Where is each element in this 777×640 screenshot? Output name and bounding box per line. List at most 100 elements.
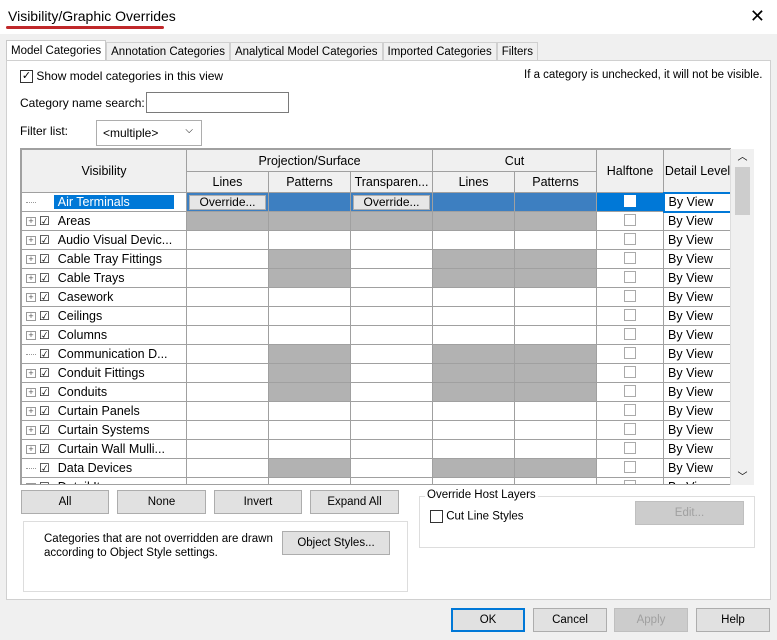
- cut-lines-cell[interactable]: [432, 268, 516, 288]
- patterns-cell[interactable]: [268, 344, 351, 364]
- expand-icon[interactable]: +: [26, 483, 36, 484]
- transparency-cell[interactable]: [349, 249, 434, 269]
- detail-level-cell[interactable]: By View: [663, 325, 730, 345]
- cut-lines-cell[interactable]: [432, 477, 516, 484]
- table-scrollbar[interactable]: ︿ ﹀: [730, 149, 754, 485]
- halftone-cell[interactable]: [596, 439, 665, 459]
- visibility-checkbox[interactable]: ☑: [39, 442, 50, 456]
- visibility-checkbox[interactable]: ☑: [39, 290, 50, 304]
- patterns-cell[interactable]: [268, 325, 351, 345]
- detail-level-cell[interactable]: By View: [663, 458, 730, 478]
- visibility-checkbox[interactable]: ☑: [39, 252, 50, 266]
- cut-patterns-cell[interactable]: [514, 211, 598, 231]
- scroll-down-icon[interactable]: ﹀: [731, 468, 754, 483]
- patterns-cell[interactable]: [268, 249, 351, 269]
- patterns-cell[interactable]: [268, 287, 351, 307]
- none-button[interactable]: None: [117, 490, 206, 514]
- halftone-cell[interactable]: [596, 344, 665, 364]
- visibility-checkbox[interactable]: ☑: [39, 328, 50, 342]
- cut-lines-cell[interactable]: [432, 382, 516, 402]
- halftone-cell[interactable]: [596, 306, 665, 326]
- patterns-cell[interactable]: [268, 477, 351, 484]
- transparency-cell[interactable]: [349, 401, 434, 421]
- transparency-cell[interactable]: [349, 268, 434, 288]
- lines-cell[interactable]: Override...: [186, 192, 269, 212]
- halftone-checkbox[interactable]: [624, 251, 637, 264]
- halftone-cell[interactable]: [596, 382, 665, 402]
- patterns-cell[interactable]: [268, 230, 351, 250]
- transparency-cell[interactable]: [349, 306, 434, 326]
- expand-icon[interactable]: +: [26, 255, 36, 265]
- cut-lines-cell[interactable]: [432, 287, 516, 307]
- halftone-cell[interactable]: [596, 458, 665, 478]
- patterns-cell[interactable]: [268, 420, 351, 440]
- category-cell[interactable]: + ☑ Cable Trays: [21, 268, 187, 288]
- cut-patterns-cell[interactable]: [514, 192, 598, 212]
- halftone-cell[interactable]: [596, 287, 665, 307]
- halftone-checkbox[interactable]: [624, 441, 637, 454]
- lines-cell[interactable]: [186, 439, 269, 459]
- transparency-cell[interactable]: [349, 344, 434, 364]
- halftone-cell[interactable]: [596, 420, 665, 440]
- halftone-checkbox[interactable]: [624, 422, 637, 435]
- cut-patterns-cell[interactable]: [514, 439, 598, 459]
- transparency-cell[interactable]: [349, 477, 434, 484]
- cut-lines-cell[interactable]: [432, 439, 516, 459]
- detail-level-cell[interactable]: By View: [663, 306, 730, 326]
- table-row[interactable]: + ☑ Conduits By View: [21, 382, 730, 402]
- cut-lines-cell[interactable]: [432, 363, 516, 383]
- visibility-checkbox[interactable]: ☑: [39, 214, 50, 228]
- category-cell[interactable]: + ☑ Areas: [21, 211, 187, 231]
- expand-all-button[interactable]: Expand All: [310, 490, 399, 514]
- expand-icon[interactable]: +: [26, 388, 36, 398]
- halftone-checkbox[interactable]: [624, 270, 637, 283]
- lines-cell[interactable]: [186, 458, 269, 478]
- show-model-categories-checkbox[interactable]: ✓ Show model categories in this view: [20, 69, 223, 84]
- override-button[interactable]: Override...: [189, 194, 266, 210]
- table-row[interactable]: + ☑ Curtain Panels By View: [21, 401, 730, 421]
- cut-line-styles-checkbox[interactable]: Cut Line Styles: [430, 510, 524, 523]
- cut-lines-cell[interactable]: [432, 420, 516, 440]
- visibility-checkbox[interactable]: ☑: [39, 385, 50, 399]
- cancel-button[interactable]: Cancel: [533, 608, 607, 632]
- expand-icon[interactable]: +: [26, 274, 36, 284]
- halftone-checkbox[interactable]: [624, 289, 637, 302]
- halftone-checkbox[interactable]: [624, 308, 637, 321]
- visibility-checkbox[interactable]: ☑: [39, 347, 50, 361]
- visibility-checkbox[interactable]: ☑: [39, 366, 50, 380]
- tab-imported-categories[interactable]: Imported Categories: [382, 42, 497, 60]
- visibility-checkbox[interactable]: ☑: [39, 309, 50, 323]
- lines-cell[interactable]: [186, 477, 269, 484]
- category-search-input[interactable]: [146, 92, 289, 113]
- transparency-cell[interactable]: [349, 211, 434, 231]
- expand-icon[interactable]: +: [26, 369, 36, 379]
- cut-lines-cell[interactable]: [432, 344, 516, 364]
- table-row[interactable]: ☑ Air Terminals Override... Override... By V…: [21, 191, 730, 213]
- category-cell[interactable]: + ☑ Conduits: [21, 382, 187, 402]
- lines-cell[interactable]: [186, 249, 269, 269]
- halftone-cell[interactable]: [596, 477, 665, 484]
- detail-level-cell[interactable]: By View: [663, 363, 730, 383]
- table-row[interactable]: + ☑ Cable Trays By View: [21, 268, 730, 288]
- visibility-checkbox[interactable]: ☑: [39, 195, 50, 209]
- halftone-cell[interactable]: [596, 363, 665, 383]
- cut-patterns-cell[interactable]: [514, 230, 598, 250]
- expand-icon[interactable]: +: [26, 445, 36, 455]
- cut-lines-cell[interactable]: [432, 401, 516, 421]
- transparency-cell[interactable]: [349, 230, 434, 250]
- category-cell[interactable]: + ☑ Conduit Fittings: [21, 363, 187, 383]
- help-button[interactable]: Help: [696, 608, 770, 632]
- tab-annotation-categories[interactable]: Annotation Categories: [106, 42, 230, 60]
- halftone-cell[interactable]: [596, 268, 665, 288]
- cut-patterns-cell[interactable]: [514, 249, 598, 269]
- scroll-up-icon[interactable]: ︿: [731, 149, 754, 167]
- cut-lines-cell[interactable]: [432, 458, 516, 478]
- table-row[interactable]: + ☑ Columns By View: [21, 325, 730, 345]
- override-button[interactable]: Override...: [353, 194, 431, 210]
- expand-icon[interactable]: +: [26, 217, 36, 227]
- visibility-checkbox[interactable]: ☑: [39, 461, 50, 475]
- halftone-cell[interactable]: [596, 211, 665, 231]
- scrollbar-thumb[interactable]: [735, 167, 750, 215]
- patterns-cell[interactable]: [268, 458, 351, 478]
- detail-level-cell[interactable]: By View: [663, 401, 730, 421]
